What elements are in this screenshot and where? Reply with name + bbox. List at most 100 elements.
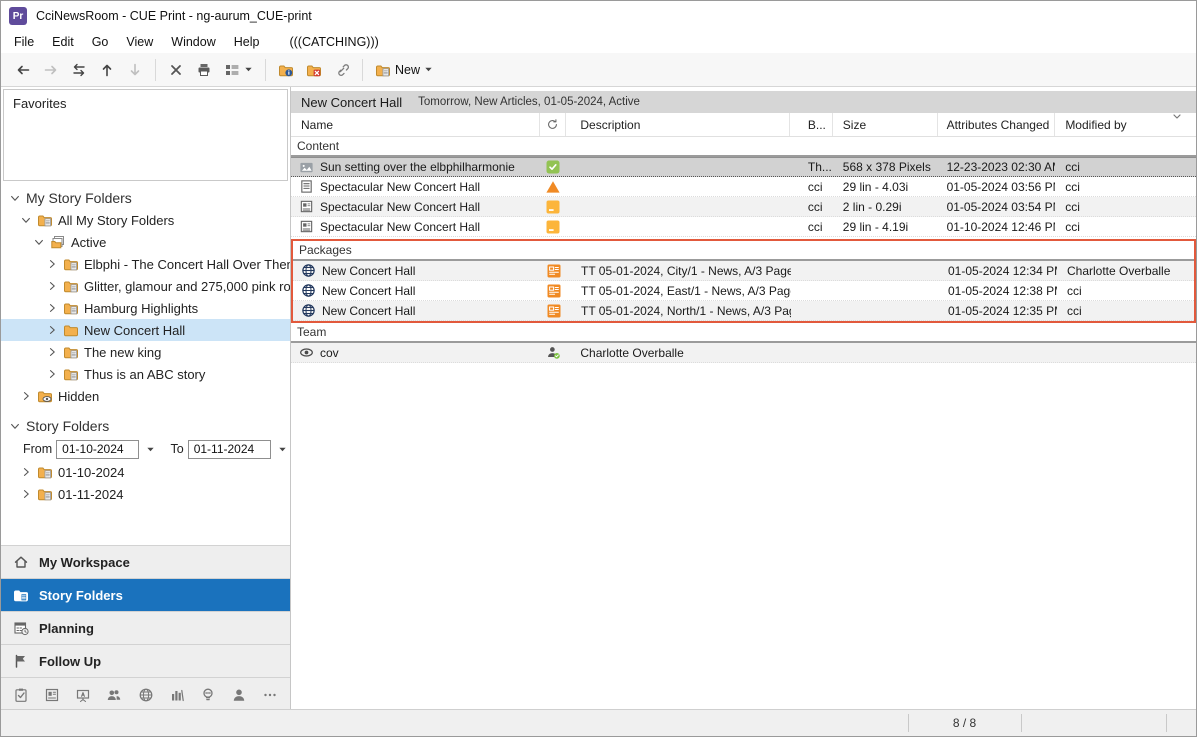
table-row-new-concert-hall-0[interactable]: New Concert HallTT 05-01-2024, City/1 - … bbox=[293, 261, 1194, 281]
stats-icon[interactable] bbox=[169, 687, 185, 703]
my-story-folders-header[interactable]: My Story Folders bbox=[1, 187, 290, 209]
tree-item-glitter-glamour-and-275-000-pink-roses[interactable]: Glitter, glamour and 275,000 pink roses bbox=[1, 275, 290, 297]
cell-b bbox=[790, 343, 833, 362]
cell-name: Spectacular New Concert Hall bbox=[291, 197, 540, 216]
nav-planning[interactable]: Planning bbox=[1, 611, 290, 644]
idea-icon[interactable] bbox=[200, 687, 216, 703]
group-header-content[interactable]: Content bbox=[291, 137, 1196, 157]
row-name: New Concert Hall bbox=[322, 284, 415, 298]
table-row-cov-0[interactable]: covCharlotte Overballe bbox=[291, 343, 1196, 363]
to-date-dropdown[interactable] bbox=[275, 440, 290, 459]
nav-label: Story Folders bbox=[39, 588, 123, 603]
table-row-new-concert-hall-2[interactable]: New Concert HallTT 05-01-2024, North/1 -… bbox=[293, 301, 1194, 321]
pages-icon[interactable] bbox=[44, 687, 60, 703]
menu-edit[interactable]: Edit bbox=[43, 33, 83, 51]
tree-item-active[interactable]: Active bbox=[1, 231, 290, 253]
article-icon bbox=[299, 199, 314, 214]
tree-item-label: The new king bbox=[84, 345, 161, 360]
chevron-right-icon bbox=[46, 280, 58, 292]
cell-description bbox=[566, 158, 790, 176]
tree-item-all-my-story-folders[interactable]: All My Story Folders bbox=[1, 209, 290, 231]
contacts-icon[interactable] bbox=[106, 687, 122, 703]
back-button[interactable] bbox=[9, 57, 37, 83]
nav-my-workspace[interactable]: My Workspace bbox=[1, 545, 290, 578]
cell-status bbox=[541, 261, 567, 280]
group-label: Team bbox=[297, 325, 326, 339]
statusbar-separator bbox=[1166, 714, 1167, 732]
user-icon[interactable] bbox=[231, 687, 247, 703]
table-row-spectacular-new-concert-hall-1[interactable]: Spectacular New Concert Hallcci29 lin - … bbox=[291, 177, 1196, 197]
menu-window[interactable]: Window bbox=[162, 33, 224, 51]
table-row-spectacular-new-concert-hall-3[interactable]: Spectacular New Concert Hallcci29 lin - … bbox=[291, 217, 1196, 237]
tasks-icon[interactable] bbox=[13, 687, 29, 703]
view-options-button[interactable] bbox=[218, 57, 259, 83]
table-row-new-concert-hall-1[interactable]: New Concert HallTT 05-01-2024, East/1 - … bbox=[293, 281, 1194, 301]
cell-description bbox=[566, 217, 790, 236]
column-b[interactable]: B... bbox=[790, 113, 833, 136]
web-icon[interactable] bbox=[138, 687, 154, 703]
story-folders-white-icon bbox=[13, 587, 29, 603]
table-row-sun-setting-over-the-elbphilharmonie-0[interactable]: Sun setting over the elbphilharmonieTh..… bbox=[291, 157, 1196, 177]
cell-status bbox=[540, 177, 566, 196]
tree-item-elbphi-the-concert-hall-over-them-all[interactable]: Elbphi - The Concert Hall Over Them All bbox=[1, 253, 290, 275]
tree-item-01-11-2024[interactable]: 01-11-2024 bbox=[1, 483, 290, 505]
link-button[interactable] bbox=[328, 57, 356, 83]
column-status[interactable] bbox=[540, 113, 566, 136]
group-header-packages[interactable]: Packages bbox=[293, 241, 1194, 261]
menu-help[interactable]: Help bbox=[225, 33, 269, 51]
column-attributes-changed[interactable]: Attributes Changed bbox=[938, 113, 1056, 136]
cell-name: Sun setting over the elbphilharmonie bbox=[291, 158, 540, 176]
toolbar: New bbox=[1, 53, 1196, 87]
cell-modified-by: cci bbox=[1057, 281, 1194, 300]
app-icon: Pr bbox=[9, 7, 27, 25]
folder-info-button[interactable] bbox=[272, 57, 300, 83]
row-name: Spectacular New Concert Hall bbox=[320, 220, 480, 234]
column-modified-by[interactable]: Modified by bbox=[1055, 113, 1196, 136]
tree-item-label: Hamburg Highlights bbox=[84, 301, 198, 316]
to-date-input[interactable]: 01-11-2024 bbox=[188, 440, 271, 459]
from-date-input[interactable]: 01-10-2024 bbox=[56, 440, 139, 459]
view-list-icon bbox=[224, 62, 240, 78]
tree-item-hidden[interactable]: Hidden bbox=[1, 385, 290, 407]
cell-status bbox=[541, 281, 567, 300]
folder-delete-button[interactable] bbox=[300, 57, 328, 83]
nav-story-folders[interactable]: Story Folders bbox=[1, 578, 290, 611]
favorites-panel[interactable]: Favorites bbox=[3, 89, 288, 181]
print-button[interactable] bbox=[190, 57, 218, 83]
new-button[interactable]: New bbox=[369, 57, 439, 83]
cell-description: TT 05-01-2024, North/1 - News, A/3 Page.… bbox=[567, 301, 791, 320]
menu-file[interactable]: File bbox=[5, 33, 43, 51]
delete-button[interactable] bbox=[162, 57, 190, 83]
cell-attributes-changed bbox=[938, 343, 1056, 362]
story-folders-header[interactable]: Story Folders bbox=[1, 415, 290, 437]
up-button[interactable] bbox=[93, 57, 121, 83]
menu-go[interactable]: Go bbox=[83, 33, 118, 51]
tree-item-new-concert-hall[interactable]: New Concert Hall bbox=[1, 319, 290, 341]
tree-item-thus-is-an-abc-story[interactable]: Thus is an ABC story bbox=[1, 363, 290, 385]
arrow-left-icon bbox=[15, 62, 31, 78]
tree-item-the-new-king[interactable]: The new king bbox=[1, 341, 290, 363]
refresh-icon[interactable] bbox=[546, 118, 559, 131]
folder-doc-icon bbox=[37, 464, 53, 480]
swap-button[interactable] bbox=[65, 57, 93, 83]
to-label: To bbox=[170, 442, 183, 456]
from-date-dropdown[interactable] bbox=[143, 440, 158, 459]
tree-item-01-10-2024[interactable]: 01-10-2024 bbox=[1, 461, 290, 483]
menu-view[interactable]: View bbox=[117, 33, 162, 51]
followup-icon bbox=[13, 653, 29, 669]
tree-item-label: Elbphi - The Concert Hall Over Them All bbox=[84, 257, 290, 272]
tree-item-label: 01-10-2024 bbox=[58, 465, 125, 480]
group-header-team[interactable]: Team bbox=[291, 323, 1196, 343]
folder-title: New Concert Hall bbox=[301, 95, 402, 110]
more-icon[interactable] bbox=[262, 687, 278, 703]
tree-item-hamburg-highlights[interactable]: Hamburg Highlights bbox=[1, 297, 290, 319]
column-description[interactable]: Description bbox=[566, 113, 790, 136]
artboard-icon[interactable] bbox=[75, 687, 91, 703]
table-row-spectacular-new-concert-hall-2[interactable]: Spectacular New Concert Hallcci2 lin - 0… bbox=[291, 197, 1196, 217]
cell-modified-by: cci bbox=[1057, 301, 1194, 320]
nav-follow-up[interactable]: Follow Up bbox=[1, 644, 290, 677]
column-size[interactable]: Size bbox=[833, 113, 938, 136]
column-name[interactable]: Name bbox=[291, 113, 540, 136]
folder-doc-icon bbox=[63, 366, 79, 382]
menu-catching[interactable]: (((CATCHING))) bbox=[280, 33, 387, 51]
